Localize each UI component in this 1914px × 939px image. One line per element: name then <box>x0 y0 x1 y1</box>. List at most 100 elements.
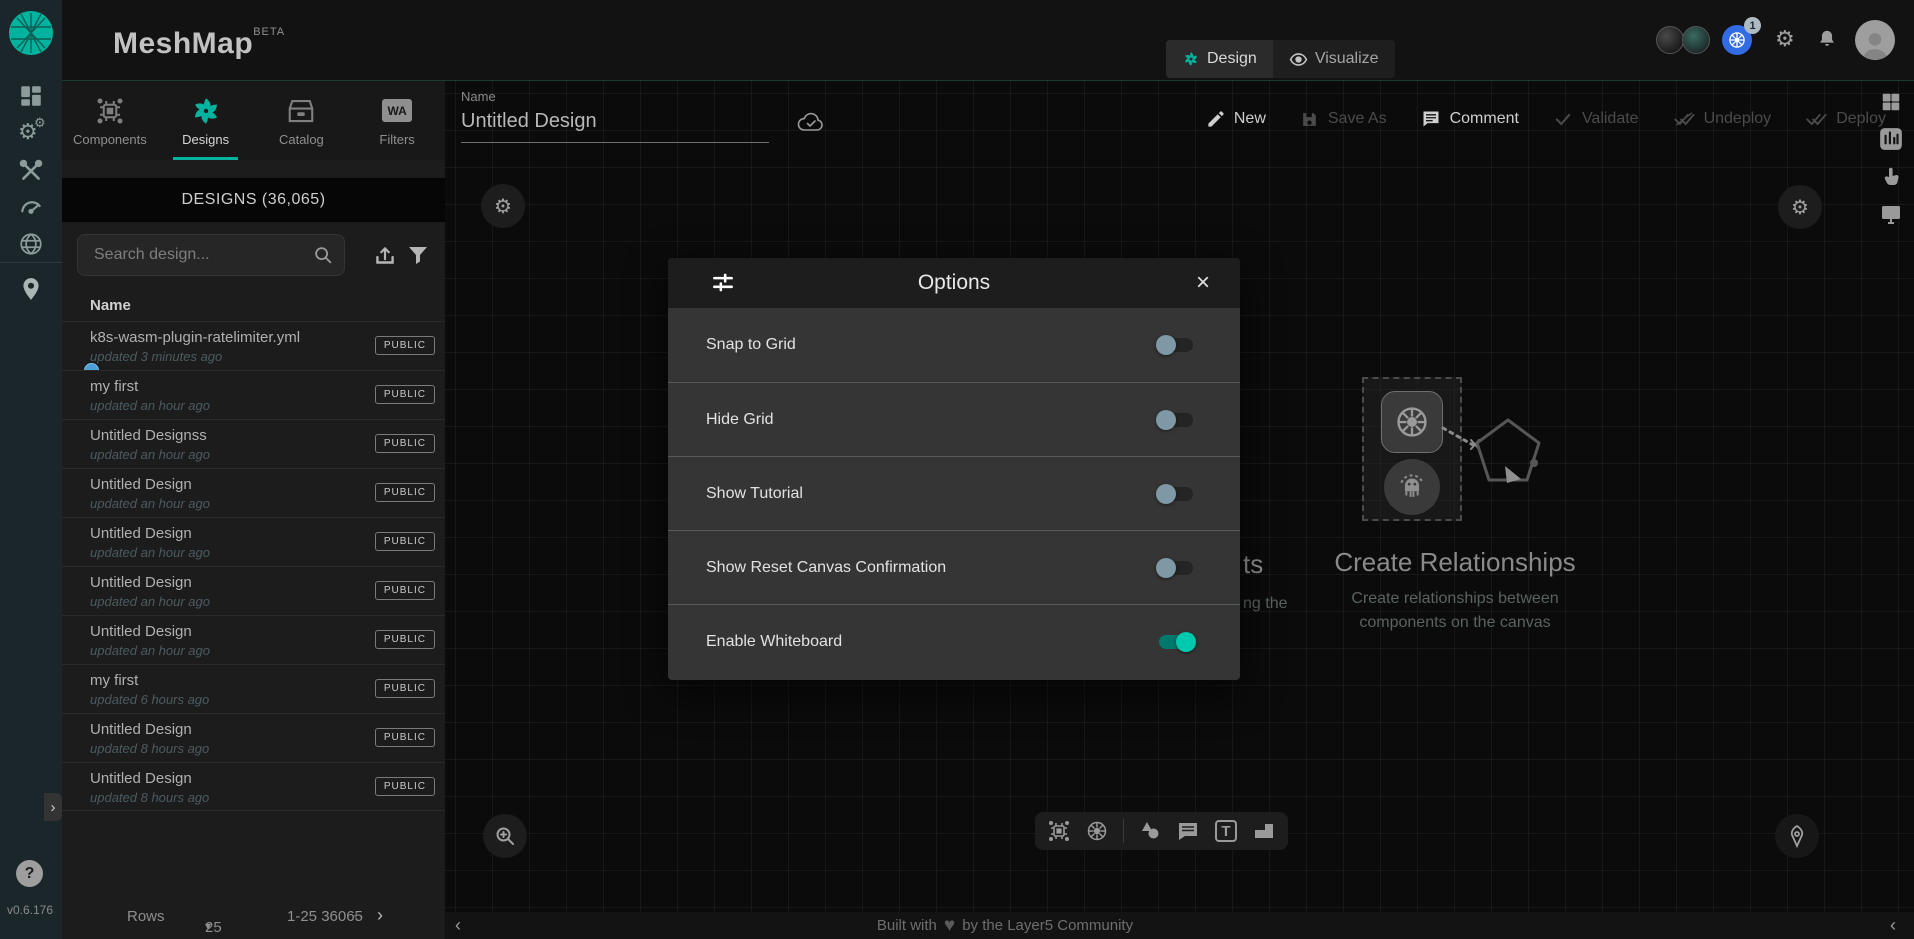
text-tool-icon[interactable]: T <box>1214 819 1238 843</box>
layer5-logo[interactable] <box>7 9 55 57</box>
design-row[interactable]: k8s-wasm-plugin-ratelimiter.yml updated … <box>62 321 445 370</box>
tools-divider <box>1123 819 1124 843</box>
hide-grid-toggle[interactable] <box>1156 408 1196 432</box>
designs-spiral-icon <box>190 95 222 127</box>
save-as-button[interactable]: Save As <box>1300 110 1387 129</box>
design-row[interactable]: Untitled Design updated an hour ago PUBL… <box>62 566 445 615</box>
pencil-icon <box>1206 110 1225 129</box>
lifecycle-gears-icon[interactable]: ⚙ ⚙ <box>18 121 44 147</box>
add-component-icon[interactable] <box>1047 819 1071 843</box>
canvas-settings-button[interactable]: ⚙ <box>481 184 525 228</box>
shapes-tool-icon[interactable] <box>1138 819 1162 843</box>
close-icon[interactable]: × <box>1196 271 1210 295</box>
panel-tabs: Components Designs Catalog WA Fil <box>62 81 445 160</box>
collaborator-presence-dot <box>84 363 99 370</box>
show-tutorial-toggle[interactable] <box>1156 482 1196 506</box>
collaborator-avatar-2[interactable] <box>1682 26 1710 54</box>
configuration-tools-icon[interactable] <box>18 158 44 184</box>
collaborator-avatar-1[interactable] <box>1656 26 1684 54</box>
nav-rail: ⚙ ⚙ › ? v0.6.176 <box>0 0 62 939</box>
pagination: Rows 25 ▾ 1-25 36065 ‹ › <box>62 897 445 939</box>
zoom-in-button[interactable] <box>483 814 527 858</box>
comment-button[interactable]: Comment <box>1421 109 1519 129</box>
undeploy-button[interactable]: Undeploy <box>1673 109 1772 129</box>
search-input[interactable] <box>92 245 312 265</box>
kubernetes-node-icon <box>1381 391 1443 453</box>
prev-page-chevron[interactable]: ‹ <box>353 905 359 926</box>
footer-right-chevron[interactable]: ‹ <box>1890 912 1896 939</box>
footer-bar: ‹ Built with ♥ by the Layer5 Community ‹ <box>445 912 1914 939</box>
notifications-bell-icon[interactable] <box>1816 28 1838 50</box>
tab-filters[interactable]: WA Filters <box>349 81 445 160</box>
double-check-crossed-icon <box>1673 109 1695 129</box>
search-icon[interactable] <box>312 244 334 266</box>
display-monitor-icon[interactable] <box>1879 202 1903 226</box>
option-row-snap-to-grid: Snap to Grid <box>668 308 1240 382</box>
new-button[interactable]: New <box>1206 110 1266 129</box>
visibility-badge: PUBLIC <box>375 532 435 551</box>
enable-whiteboard-toggle[interactable] <box>1156 630 1196 654</box>
rail-expand-chevron[interactable]: › <box>44 793 62 821</box>
design-row[interactable]: Untitled Design updated an hour ago PUBL… <box>62 468 445 517</box>
canvas-gear-button[interactable]: ⚙ <box>1778 185 1822 229</box>
design-search <box>77 234 345 276</box>
settings-gear-icon[interactable]: ⚙ <box>1775 28 1795 50</box>
design-spiral-icon <box>1182 50 1200 68</box>
comment-tool-icon[interactable] <box>1176 819 1200 843</box>
chart-panel-icon[interactable] <box>1878 126 1904 152</box>
chevron-down-icon: ▾ <box>205 919 211 933</box>
profile-avatar[interactable] <box>1855 20 1895 60</box>
tab-visualize[interactable]: Visualize <box>1273 40 1395 78</box>
rail-divider <box>0 262 62 263</box>
design-name-input[interactable] <box>461 110 769 143</box>
onboarding-description: Create relationships between components … <box>1305 587 1605 635</box>
design-row[interactable]: my first updated an hour ago PUBLIC <box>62 370 445 419</box>
design-row[interactable]: my first updated 6 hours ago PUBLIC <box>62 664 445 713</box>
whiteboard-pen-button[interactable] <box>1775 814 1819 858</box>
help-button[interactable]: ? <box>16 860 43 887</box>
footer-credit: Built with ♥ by the Layer5 Community <box>445 912 1565 939</box>
meshmap-app: { "app": { "title": "MeshMap", "badge": … <box>0 0 1914 939</box>
design-row[interactable]: Untitled Design updated an hour ago PUBL… <box>62 615 445 664</box>
beta-badge: BETA <box>253 26 285 38</box>
wasm-filters-icon: WA <box>381 95 413 127</box>
designs-panel: Components Designs Catalog WA Fil <box>62 81 445 939</box>
mode-switch: Design Visualize <box>1166 40 1395 78</box>
tab-design[interactable]: Design <box>1166 40 1273 78</box>
designs-count-header: DESIGNS (36,065) <box>62 178 445 222</box>
next-page-chevron[interactable]: › <box>377 905 383 926</box>
design-name-label: Name <box>461 89 769 104</box>
media-tool-icon[interactable] <box>1252 819 1276 843</box>
meshmap-pin-icon[interactable] <box>18 276 44 302</box>
snap-to-grid-toggle[interactable] <box>1156 333 1196 357</box>
tab-designs[interactable]: Designs <box>158 81 254 160</box>
reset-canvas-confirmation-toggle[interactable] <box>1156 556 1196 580</box>
performance-gauge-icon[interactable] <box>18 194 44 220</box>
option-row-show-tutorial: Show Tutorial <box>668 456 1240 530</box>
dashboard-icon[interactable] <box>18 83 44 109</box>
eye-icon <box>1289 50 1308 69</box>
tab-components[interactable]: Components <box>62 81 158 160</box>
design-row[interactable]: Untitled Design updated 8 hours ago PUBL… <box>62 713 445 762</box>
grid-view-icon[interactable] <box>1880 91 1902 113</box>
design-name-field: Name <box>461 89 769 143</box>
top-bar: MeshMapBETA Design Visualize 1 ⚙ <box>0 0 1914 81</box>
mesh-sphere-icon[interactable] <box>18 231 44 257</box>
kubernetes-tool-icon[interactable] <box>1085 819 1109 843</box>
visibility-badge: PUBLIC <box>375 385 435 404</box>
filter-funnel-icon[interactable] <box>406 243 432 269</box>
visibility-badge: PUBLIC <box>375 679 435 698</box>
options-modal-header: Options × <box>668 258 1240 308</box>
import-design-icon[interactable] <box>372 243 398 269</box>
visibility-badge: PUBLIC <box>375 581 435 600</box>
design-list: k8s-wasm-plugin-ratelimiter.yml updated … <box>62 321 445 811</box>
name-column-header: Name <box>90 297 131 314</box>
design-row[interactable]: Untitled Designss updated an hour ago PU… <box>62 419 445 468</box>
design-row[interactable]: Untitled Design updated an hour ago PUBL… <box>62 517 445 566</box>
touch-interaction-icon[interactable] <box>1879 165 1903 189</box>
design-row[interactable]: Untitled Design updated 8 hours ago PUBL… <box>62 762 445 811</box>
tab-catalog[interactable]: Catalog <box>254 81 350 160</box>
canvas-tools-bar: T <box>1035 812 1288 850</box>
option-row-hide-grid: Hide Grid <box>668 382 1240 456</box>
validate-button[interactable]: Validate <box>1553 109 1639 129</box>
